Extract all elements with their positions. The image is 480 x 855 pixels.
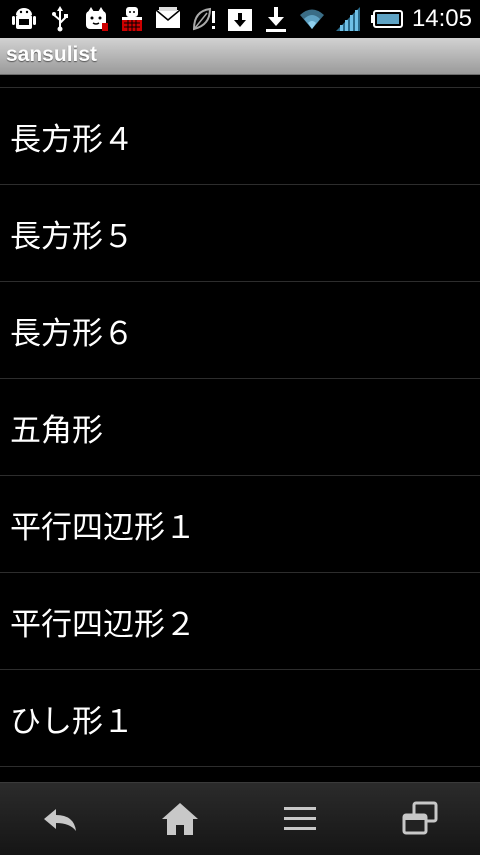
usb-icon	[52, 6, 68, 32]
app-title: sansulist	[6, 43, 98, 66]
menu-button[interactable]	[260, 783, 340, 855]
recent-apps-button[interactable]	[380, 783, 460, 855]
signal-icon	[335, 7, 360, 31]
status-icons-left	[10, 4, 290, 34]
home-button[interactable]	[140, 783, 220, 855]
list-item[interactable]: 長方形４	[0, 88, 480, 185]
app-notification-icon	[86, 7, 108, 31]
list-item[interactable]: 長方形５	[0, 185, 480, 282]
download-icon	[266, 7, 286, 32]
download-box-icon	[228, 9, 252, 31]
recent-apps-icon	[402, 801, 438, 835]
status-bar: 14:05	[0, 0, 480, 38]
list-items: 長方形４ 長方形５ 長方形６ 五角形 平行四辺形１ 平行四辺形２ ひし形１	[0, 88, 480, 767]
list-item-label: 長方形５	[10, 218, 134, 255]
list-item[interactable]: 五角形	[0, 379, 480, 476]
list-item[interactable]: 平行四辺形１	[0, 476, 480, 573]
list-item[interactable]: ひし形１	[0, 670, 480, 767]
mail-icon	[155, 7, 181, 28]
list-item-label: 長方形４	[10, 121, 134, 158]
navigation-bar	[0, 782, 480, 855]
status-time: 14:05	[411, 5, 472, 32]
battery-icon	[370, 10, 403, 28]
android-debug-icon	[12, 8, 36, 29]
leaf-alert-icon	[192, 7, 215, 31]
menu-icon	[284, 807, 316, 830]
back-icon	[44, 809, 76, 831]
list-item-label: 平行四辺形１	[10, 509, 196, 546]
shape-list[interactable]: 長方形４ 長方形５ 長方形６ 五角形 平行四辺形１ 平行四辺形２ ひし形１	[0, 75, 480, 782]
list-item[interactable]: 平行四辺形２	[0, 573, 480, 670]
list-item-label: 平行四辺形２	[10, 606, 196, 643]
home-icon	[162, 803, 198, 835]
list-item-label: 五角形	[10, 412, 103, 449]
wifi-icon	[299, 9, 324, 29]
back-button[interactable]	[20, 783, 100, 855]
title-bar: sansulist	[0, 38, 480, 75]
list-item-label: 長方形６	[10, 315, 134, 352]
app-notification-icon-2	[122, 7, 142, 31]
list-item-label: ひし形１	[10, 703, 134, 740]
list-item[interactable]: 長方形６	[0, 282, 480, 379]
status-icons-right: 14:05	[298, 4, 472, 34]
